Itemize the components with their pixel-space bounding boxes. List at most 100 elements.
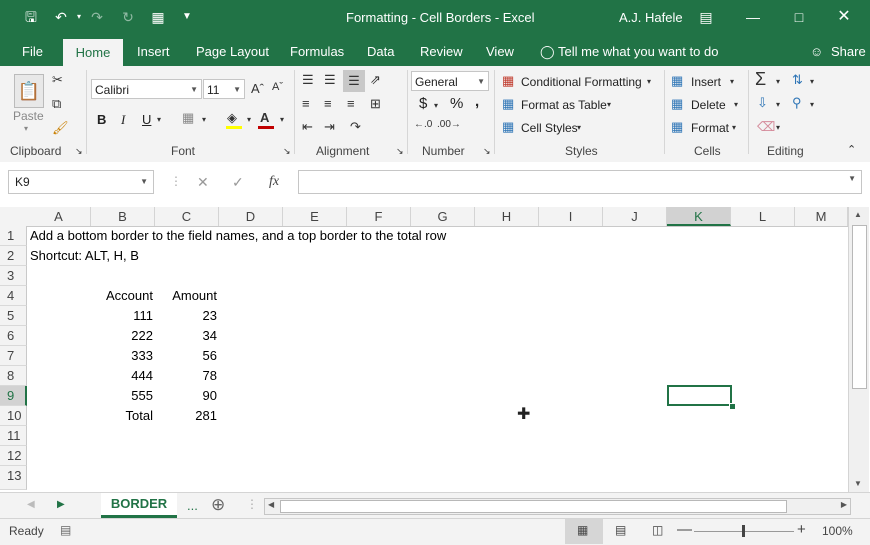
tab-review[interactable]: Review <box>420 44 463 59</box>
find-select-icon[interactable]: ⚲ <box>792 95 802 111</box>
next-sheet-icon[interactable]: ▶ <box>57 499 65 510</box>
cell-c8[interactable]: 78 <box>155 366 217 386</box>
insert-button[interactable]: Insert <box>691 75 721 89</box>
cancel-icon[interactable]: ✕ <box>197 174 209 191</box>
prev-sheet-icon[interactable]: ◀ <box>27 499 35 510</box>
column-header-g[interactable]: G <box>411 207 475 226</box>
font-color-icon[interactable]: A <box>260 110 269 125</box>
cell-b5[interactable]: 111 <box>91 306 153 326</box>
cell-c7[interactable]: 56 <box>155 346 217 366</box>
tab-home[interactable]: Home <box>63 39 123 66</box>
scroll-up-icon[interactable]: ▲ <box>854 210 862 219</box>
sort-filter-icon[interactable]: ⇅ <box>792 72 803 88</box>
cell-c6[interactable]: 34 <box>155 326 217 346</box>
orientation-icon[interactable]: ⇗ <box>370 72 381 88</box>
bottom-align-icon[interactable]: ☰ <box>343 70 365 92</box>
copy-icon[interactable]: ⧉ <box>52 96 61 112</box>
redo-icon[interactable]: ↷ <box>88 8 106 26</box>
tab-page-layout[interactable]: Page Layout <box>196 44 269 59</box>
top-align-icon[interactable]: ☰ <box>302 72 314 88</box>
cell-b7[interactable]: 333 <box>91 346 153 366</box>
decrease-decimal-icon[interactable]: .00→ <box>437 119 461 130</box>
active-cell-k9[interactable] <box>667 385 732 406</box>
row-header-11[interactable]: 11 <box>0 426 27 446</box>
scroll-right-icon[interactable]: ▶ <box>841 500 847 509</box>
minimize-icon[interactable]: — <box>744 8 762 26</box>
close-icon[interactable]: ✕ <box>835 8 853 26</box>
increase-decimal-icon[interactable]: ←.0 <box>414 119 432 130</box>
row-header-1[interactable]: 1 <box>0 226 27 246</box>
autosum-icon[interactable]: Σ <box>755 69 766 90</box>
tab-file[interactable]: File <box>22 44 43 59</box>
column-header-h[interactable]: H <box>475 207 539 226</box>
tell-me-box[interactable]: Tell me what you want to do <box>558 44 718 59</box>
sheet-tab-border[interactable]: BORDER <box>101 493 177 518</box>
clear-dropdown-icon[interactable]: ▾ <box>776 123 780 132</box>
column-header-e[interactable]: E <box>283 207 347 226</box>
page-layout-view-icon[interactable]: ▤ <box>615 523 626 537</box>
column-header-d[interactable]: D <box>219 207 283 226</box>
align-left-icon[interactable]: ≡ <box>302 96 310 111</box>
tab-data[interactable]: Data <box>367 44 394 59</box>
cell-b8[interactable]: 444 <box>91 366 153 386</box>
font-color-dropdown-icon[interactable]: ▾ <box>280 115 284 124</box>
zoom-level[interactable]: 100% <box>822 524 853 538</box>
cell-a1[interactable]: Add a bottom border to the field names, … <box>30 226 446 246</box>
clipboard-launcher-icon[interactable]: ↘ <box>75 146 83 157</box>
paste-button[interactable]: Paste <box>13 109 44 123</box>
increase-indent-icon[interactable]: ⇥ <box>324 119 335 135</box>
sort-dropdown-icon[interactable]: ▾ <box>810 77 814 86</box>
user-name[interactable]: A.J. Hafele <box>619 10 683 25</box>
row-header-9[interactable]: 9 <box>0 386 27 406</box>
number-format-combo[interactable]: General ▼ <box>411 71 489 91</box>
row-header-10[interactable]: 10 <box>0 406 27 426</box>
column-header-a[interactable]: A <box>27 207 91 226</box>
row-header-5[interactable]: 5 <box>0 306 27 326</box>
delete-button[interactable]: Delete <box>691 98 726 112</box>
cell-c9[interactable]: 90 <box>155 386 217 406</box>
column-header-b[interactable]: B <box>91 207 155 226</box>
zoom-slider-thumb[interactable] <box>742 525 745 537</box>
font-name-combo[interactable]: Calibri ▼ <box>91 79 202 99</box>
horizontal-scrollbar[interactable]: ◀ ▶ <box>264 498 851 515</box>
row-header-12[interactable]: 12 <box>0 446 27 466</box>
cell-styles-button[interactable]: Cell Styles <box>521 121 578 135</box>
column-header-c[interactable]: C <box>155 207 219 226</box>
fill-handle[interactable] <box>729 403 736 410</box>
comma-button[interactable]: , <box>475 93 479 110</box>
tab-insert[interactable]: Insert <box>137 44 170 59</box>
undo-dropdown-icon[interactable]: ▾ <box>70 8 88 26</box>
shrink-font-icon[interactable]: Aˇ <box>272 81 283 93</box>
tab-formulas[interactable]: Formulas <box>290 44 344 59</box>
row-header-4[interactable]: 4 <box>0 286 27 306</box>
borders-icon[interactable]: ▦ <box>182 110 194 126</box>
find-dropdown-icon[interactable]: ▾ <box>810 100 814 109</box>
macro-record-icon[interactable]: ▤ <box>60 523 71 537</box>
vertical-scrollbar[interactable]: ▲ ▼ <box>848 207 869 492</box>
cell-b6[interactable]: 222 <box>91 326 153 346</box>
align-center-icon[interactable]: ≡ <box>324 96 332 111</box>
normal-view-button[interactable]: ▦ <box>565 519 603 544</box>
form-icon[interactable]: ▦ <box>149 8 167 26</box>
cell-b4[interactable]: Account <box>91 286 153 306</box>
scroll-down-icon[interactable]: ▼ <box>854 479 862 488</box>
customize-qat-icon[interactable]: ▼ <box>178 8 196 26</box>
paste-icon[interactable]: 📋 <box>14 74 44 108</box>
currency-button[interactable]: $ <box>419 95 427 112</box>
repeat-icon[interactable]: ↻ <box>119 8 137 26</box>
tab-view[interactable]: View <box>486 44 514 59</box>
cell-b10[interactable]: Total <box>91 406 153 426</box>
undo-icon[interactable]: ↶ <box>52 8 70 26</box>
alignment-launcher-icon[interactable]: ↘ <box>396 146 404 157</box>
maximize-icon[interactable]: □ <box>790 8 808 26</box>
row-header-13[interactable]: 13 <box>0 466 27 490</box>
autosum-dropdown-icon[interactable]: ▾ <box>776 77 780 86</box>
column-header-j[interactable]: J <box>603 207 667 226</box>
zoom-out-icon[interactable]: — <box>677 521 692 538</box>
drag-handle-icon[interactable]: ⋮ <box>170 174 182 188</box>
fill-dropdown-icon[interactable]: ▾ <box>776 100 780 109</box>
horizontal-scroll-thumb[interactable] <box>280 500 787 513</box>
cell-a2[interactable]: Shortcut: ALT, H, B <box>30 246 139 266</box>
column-header-l[interactable]: L <box>731 207 795 226</box>
save-icon[interactable]: 🖫 <box>22 8 40 26</box>
